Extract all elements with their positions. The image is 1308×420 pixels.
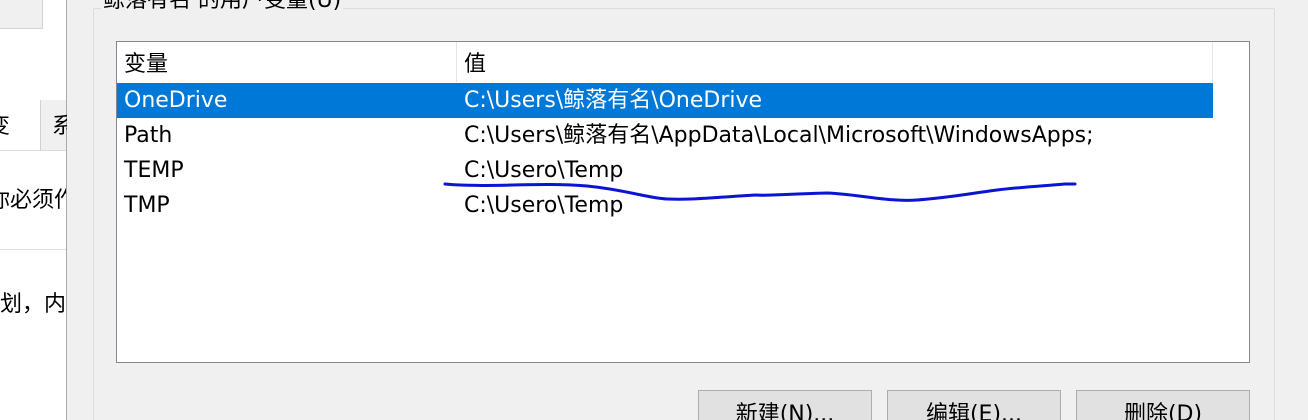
new-button[interactable]: 新建(N)...	[698, 390, 872, 420]
row-variable-value: C:\Usero\Temp	[464, 158, 624, 183]
background-text-line-1: 你必须作	[0, 188, 66, 213]
column-header-value[interactable]: 值	[457, 42, 1213, 82]
delete-button[interactable]: 删除(D)	[1076, 390, 1250, 420]
user-variables-list[interactable]: 变量 值 OneDrive C:\Users\鲸落有名\OneDrive Pat…	[116, 41, 1250, 363]
row-variable-value: C:\Usero\Temp	[464, 193, 624, 218]
table-row-path[interactable]: Path C:\Users\鲸落有名\AppData\Local\Microso…	[117, 118, 1213, 153]
row-variable-name: TMP	[124, 193, 170, 218]
delete-button-label: 删除(D)	[1123, 402, 1203, 420]
table-row-tmp[interactable]: TMP C:\Usero\Temp	[117, 188, 1213, 223]
row-variable-value: C:\Users\鲸落有名\OneDrive	[464, 88, 763, 113]
table-row-onedrive[interactable]: OneDrive C:\Users\鲸落有名\OneDrive	[117, 83, 1213, 118]
background-window: 变 系 你必须作 划，内	[0, 0, 74, 420]
row-variable-name: OneDrive	[124, 88, 228, 113]
user-variables-group-title: 鲸落有名 的用户变量(U)	[101, 0, 344, 14]
background-tab-1[interactable]: 变	[0, 100, 41, 150]
background-text-line-2: 划，内	[0, 292, 66, 317]
edit-button[interactable]: 编辑(E)...	[887, 390, 1061, 420]
new-button-label: 新建(N)...	[735, 402, 835, 420]
list-header: 变量 值	[117, 42, 1213, 82]
table-row-temp[interactable]: TEMP C:\Usero\Temp	[117, 153, 1213, 188]
column-header-value-label: 值	[464, 52, 487, 77]
edit-button-label: 编辑(E)...	[925, 402, 1023, 420]
column-header-variable[interactable]: 变量	[117, 42, 457, 82]
environment-variables-dialog: 鲸落有名 的用户变量(U) 变量 值 OneDrive C:\Users\鲸落有…	[67, 0, 1308, 420]
row-variable-name: TEMP	[124, 158, 184, 183]
row-variable-name: Path	[124, 123, 173, 148]
background-tab-1-label: 变	[0, 114, 10, 139]
column-header-variable-label: 变量	[124, 52, 169, 77]
background-window-control[interactable]	[0, 0, 43, 29]
background-divider	[0, 249, 66, 250]
row-variable-value: C:\Users\鲸落有名\AppData\Local\Microsoft\Wi…	[464, 123, 1094, 148]
